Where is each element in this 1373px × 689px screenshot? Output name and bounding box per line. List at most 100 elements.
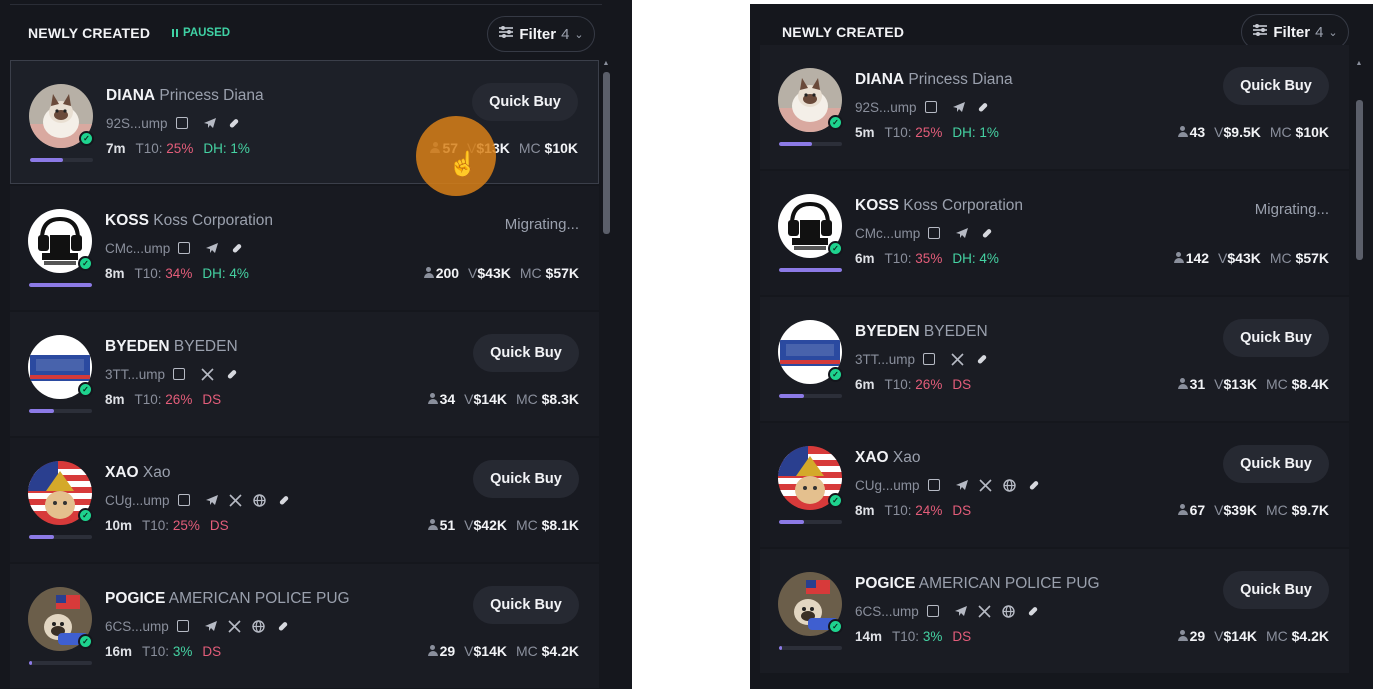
globe-icon[interactable] — [251, 618, 267, 634]
copy-icon[interactable] — [923, 353, 936, 365]
holders-value: 29 — [1189, 628, 1206, 644]
contract-address[interactable]: CUg...ump — [855, 478, 920, 493]
paused-badge[interactable]: PAUSED — [172, 27, 230, 39]
token-card-pogice[interactable]: ✓ POGICE AMERICAN POLICE PUG 6CS...ump 16m T… — [10, 564, 599, 688]
contract-address[interactable]: 6CS...ump — [105, 619, 169, 634]
token-card-byeden[interactable]: ✓ BYEDEN BYEDEN 3TT...ump 6m T10: 26% DS Quick… — [760, 297, 1349, 421]
pump-pill-icon[interactable] — [1025, 603, 1041, 619]
scrollbar[interactable]: ▲ — [602, 60, 610, 689]
token-stats: 29 V$14K MC $4.2K — [427, 643, 579, 659]
telegram-icon[interactable] — [954, 225, 970, 241]
pump-pill-icon[interactable] — [1026, 477, 1042, 493]
token-card-koss[interactable]: ✓ KOSS Koss Corporation CMc...ump 8m T10: 34… — [10, 186, 599, 310]
scroll-up-arrow[interactable]: ▲ — [602, 60, 610, 67]
globe-icon[interactable] — [1002, 477, 1018, 493]
scrollbar-thumb[interactable] — [603, 72, 610, 234]
telegram-icon[interactable] — [954, 477, 970, 493]
contract-address[interactable]: 3TT...ump — [855, 352, 915, 367]
token-ticker[interactable]: DIANA — [855, 71, 904, 88]
top10-label: T10: — [135, 141, 163, 156]
scrollbar[interactable]: ▲ — [1355, 60, 1363, 689]
paused-label: PAUSED — [183, 27, 231, 39]
telegram-icon[interactable] — [204, 240, 220, 256]
token-full-name: AMERICAN POLICE PUG — [918, 575, 1100, 592]
x-twitter-icon[interactable] — [977, 603, 993, 619]
scrollbar-thumb[interactable] — [1356, 100, 1363, 260]
token-name-line: KOSS Koss Corporation — [105, 212, 273, 230]
telegram-icon[interactable] — [202, 115, 218, 131]
copy-icon[interactable] — [177, 494, 190, 506]
copy-icon[interactable] — [927, 479, 940, 491]
copy-icon[interactable] — [928, 227, 941, 239]
x-twitter-icon[interactable] — [978, 477, 994, 493]
copy-icon[interactable] — [178, 242, 191, 254]
contract-address[interactable]: CUg...ump — [105, 493, 170, 508]
token-ticker[interactable]: POGICE — [855, 575, 915, 592]
copy-icon[interactable] — [175, 117, 188, 129]
contract-address[interactable]: 3TT...ump — [105, 367, 165, 382]
token-card-diana[interactable]: ✓ DIANA Princess Diana 92S...ump 5m T10: 25%… — [760, 45, 1349, 169]
telegram-icon[interactable] — [204, 492, 220, 508]
token-card-koss[interactable]: ✓ KOSS Koss Corporation CMc...ump 6m T10: 35… — [760, 171, 1349, 295]
telegram-icon[interactable] — [953, 603, 969, 619]
contract-address[interactable]: 92S...ump — [855, 100, 917, 115]
volume-stat: V$39K — [1214, 502, 1257, 518]
quick-buy-button[interactable]: Quick Buy — [1223, 319, 1329, 357]
x-twitter-icon[interactable] — [949, 351, 965, 367]
token-card-pogice[interactable]: ✓ POGICE AMERICAN POLICE PUG 6CS...ump 14m T… — [760, 549, 1349, 673]
token-age: 8m — [105, 392, 125, 407]
token-ticker[interactable]: BYEDEN — [855, 323, 920, 340]
copy-icon[interactable] — [176, 620, 189, 632]
telegram-icon[interactable] — [951, 99, 967, 115]
quick-buy-button[interactable]: Quick Buy — [1223, 571, 1329, 609]
globe-icon[interactable] — [1001, 603, 1017, 619]
contract-address[interactable]: CMc...ump — [105, 241, 170, 256]
right-pulse-panel: NEWLY CREATED Filter 4 ⌄ ✓ DIANA Princess… — [750, 4, 1373, 689]
contract-address[interactable]: 92S...ump — [106, 116, 168, 131]
volume-stat: V$42K — [464, 517, 507, 533]
filter-button[interactable]: Filter 4 ⌄ — [487, 16, 595, 52]
dev-holding-value: 4% — [979, 251, 999, 266]
copy-icon[interactable] — [926, 605, 939, 617]
token-ticker[interactable]: XAO — [855, 449, 889, 466]
token-card-xao[interactable]: ✓ XAO Xao CUg...ump 8m T10: 24% DS Quick Buy 67… — [760, 423, 1349, 547]
token-card-xao[interactable]: ✓ XAO Xao CUg...ump 10m T10: 25% DS Quick Buy 5… — [10, 438, 599, 562]
globe-icon[interactable] — [252, 492, 268, 508]
quick-buy-button[interactable]: Quick Buy — [473, 586, 579, 624]
scroll-up-arrow[interactable]: ▲ — [1355, 60, 1363, 67]
pump-pill-icon[interactable] — [276, 492, 292, 508]
token-ticker[interactable]: XAO — [105, 464, 139, 481]
quick-buy-button[interactable]: Quick Buy — [473, 334, 579, 372]
token-ticker[interactable]: POGICE — [105, 590, 165, 607]
x-twitter-icon[interactable] — [228, 492, 244, 508]
contract-address[interactable]: 6CS...ump — [855, 604, 919, 619]
copy-icon[interactable] — [924, 101, 937, 113]
token-card-diana[interactable]: ✓ DIANA Princess Diana 92S...ump 7m T10: 25%… — [10, 60, 599, 184]
pump-pill-icon[interactable] — [978, 225, 994, 241]
pump-pill-icon[interactable] — [223, 366, 239, 382]
quick-buy-button[interactable]: Quick Buy — [1223, 67, 1329, 105]
top10-value: 35% — [915, 251, 943, 266]
contract-address[interactable]: CMc...ump — [855, 226, 920, 241]
pump-pill-icon[interactable] — [975, 99, 991, 115]
bonding-progress-bar — [779, 268, 842, 272]
token-ticker[interactable]: DIANA — [106, 87, 155, 104]
dev-holding-label: DH: — [952, 251, 976, 266]
quick-buy-button[interactable]: Quick Buy — [473, 460, 579, 498]
token-ticker[interactable]: BYEDEN — [105, 338, 170, 355]
token-card-byeden[interactable]: ✓ BYEDEN BYEDEN 3TT...ump 8m T10: 26% DS Quick… — [10, 312, 599, 436]
pump-pill-icon[interactable] — [275, 618, 291, 634]
quick-buy-button[interactable]: Quick Buy — [472, 83, 578, 121]
token-ticker[interactable]: KOSS — [105, 212, 149, 229]
x-twitter-icon[interactable] — [199, 366, 215, 382]
token-age: 16m — [105, 644, 133, 659]
holders-icon — [1177, 378, 1188, 389]
pump-pill-icon[interactable] — [228, 240, 244, 256]
copy-icon[interactable] — [173, 368, 186, 380]
x-twitter-icon[interactable] — [227, 618, 243, 634]
telegram-icon[interactable] — [203, 618, 219, 634]
pump-pill-icon[interactable] — [226, 115, 242, 131]
pump-pill-icon[interactable] — [973, 351, 989, 367]
token-ticker[interactable]: KOSS — [855, 197, 899, 214]
quick-buy-button[interactable]: Quick Buy — [1223, 445, 1329, 483]
